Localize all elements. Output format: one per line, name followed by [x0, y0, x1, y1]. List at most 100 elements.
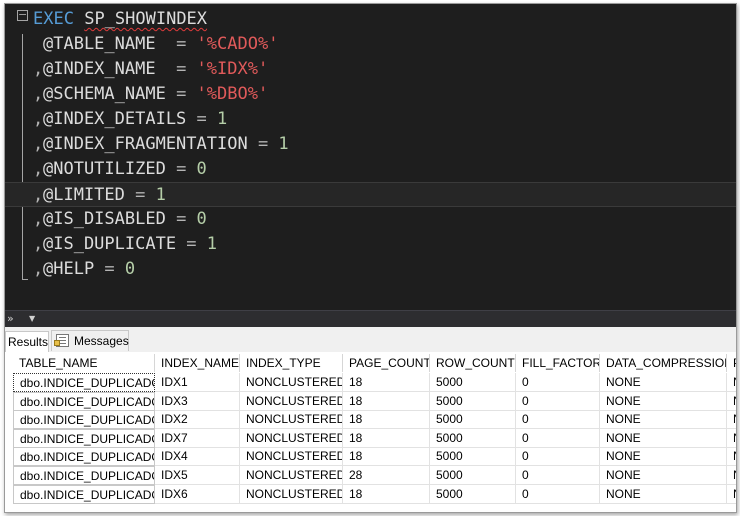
grid-cell[interactable]: 5000 — [430, 466, 516, 485]
grid-cell[interactable]: IDX3 — [155, 391, 240, 411]
grid-cell[interactable]: N — [727, 373, 736, 392]
table-row[interactable]: dbo.INDICE_DUPLICADO IDX2 NONCLUSTERED 18 50… — [5, 410, 736, 430]
grid-cell[interactable]: 0 — [516, 484, 600, 504]
code-line[interactable]: , @SCHEMA_NAME = '%DBO%' — [5, 82, 736, 107]
code-text: @INDEX_DETAILS = 1 — [43, 107, 227, 132]
grid-cell[interactable]: 18 — [343, 447, 430, 467]
grid-cell[interactable]: IDX4 — [155, 447, 240, 467]
grid-cell[interactable]: NONE — [600, 391, 727, 411]
grid-cell[interactable]: N — [727, 410, 736, 430]
column-header[interactable]: DATA_COMPRESSION — [600, 354, 727, 372]
grid-cell[interactable]: IDX2 — [155, 410, 240, 430]
table-row[interactable]: dbo.INDICE_DUPLICADO IDX4 NONCLUSTERED 18 50… — [5, 447, 736, 467]
grid-cell[interactable]: NONCLUSTERED — [240, 391, 343, 411]
grid-cell[interactable]: IDX5 — [155, 466, 240, 485]
code-line[interactable]: , @INDEX_NAME = '%IDX%' — [5, 57, 736, 82]
table-row[interactable]: dbo.INDICE_DUPLICADO IDX5 NONCLUSTERED 28 50… — [5, 466, 736, 485]
zoom-dropdown-icon[interactable]: ▼ — [29, 311, 35, 326]
grid-cell[interactable]: IDX6 — [155, 484, 240, 504]
grid-cell[interactable]: 5000 — [430, 391, 516, 411]
grid-cell[interactable]: 0 — [516, 466, 600, 485]
grid-cell[interactable]: NONCLUSTERED — [240, 428, 343, 448]
tab-messages[interactable]: Messages — [51, 330, 129, 351]
grid-cell[interactable]: NONE — [600, 428, 727, 448]
code-line[interactable]: , @INDEX_FRAGMENTATION = 1 — [5, 132, 736, 157]
grid-cell[interactable]: N — [727, 392, 736, 411]
code-line[interactable]: , @IS_DISABLED = 0 — [5, 207, 736, 232]
grid-cell[interactable]: 18 — [343, 410, 430, 430]
grid-cell[interactable]: 0 — [516, 410, 600, 430]
grid-cell[interactable]: NONE — [600, 447, 727, 467]
code-text: @TABLE_NAME = '%CADO%' — [43, 32, 278, 57]
grid-cell[interactable]: NONE — [600, 410, 727, 430]
grid-cell[interactable]: IDX7 — [155, 428, 240, 448]
grid-cell[interactable]: dbo.INDICE_DUPLICADO — [13, 447, 155, 467]
results-grid[interactable]: TABLE_NAME INDEX_NAME INDEX_TYPE PAGE_COUNT… — [5, 352, 736, 512]
grid-cell[interactable]: 0 — [516, 391, 600, 411]
grid-cell[interactable]: NONE — [600, 466, 727, 485]
column-header[interactable]: FILL_FACTOR — [516, 354, 600, 372]
grid-cell[interactable]: NONCLUSTERED — [240, 373, 343, 392]
grid-cell[interactable]: 18 — [343, 391, 430, 411]
grid-cell[interactable]: 5000 — [430, 447, 516, 467]
grid-cell[interactable]: N — [727, 429, 736, 448]
code-token: = — [155, 34, 197, 54]
grid-cell[interactable]: dbo.INDICE_DUPLICADO — [13, 428, 155, 448]
grid-cell[interactable]: N — [727, 466, 736, 485]
grid-cell[interactable]: N — [727, 447, 736, 467]
table-row[interactable]: dbo.INDICE_DUPLICADO IDX1 NONCLUSTERED 18 50… — [5, 373, 736, 392]
grid-cell[interactable]: dbo.INDICE_DUPLICADO — [13, 466, 155, 485]
table-row[interactable]: dbo.INDICE_DUPLICADO IDX3 NONCLUSTERED 18 50… — [5, 391, 736, 411]
code-token: '%IDX%' — [196, 59, 269, 79]
code-line[interactable]: , @IS_DUPLICATE = 1 — [5, 232, 736, 257]
tab-results-label: Results — [8, 335, 49, 349]
grid-cell[interactable]: IDX1 — [155, 373, 240, 392]
grid-cell[interactable]: 28 — [343, 466, 430, 485]
grid-cell[interactable]: 0 — [516, 373, 600, 392]
column-header[interactable]: INDEX_NAME — [155, 354, 240, 372]
grid-cell[interactable]: 18 — [343, 428, 430, 448]
grid-cell[interactable]: NONCLUSTERED — [240, 447, 343, 467]
grid-cell[interactable]: dbo.INDICE_DUPLICADO — [13, 410, 155, 430]
code-line[interactable]: , @INDEX_DETAILS = 1 — [5, 107, 736, 132]
code-line[interactable]: EXEC SP_SHOWINDEX — [5, 7, 736, 32]
grid-cell[interactable]: 18 — [343, 484, 430, 504]
code-line[interactable]: , @NOTUTILIZED = 0 — [5, 157, 736, 182]
tab-results[interactable]: Results — [5, 331, 49, 353]
table-row[interactable]: dbo.INDICE_DUPLICADO IDX6 NONCLUSTERED 18 50… — [5, 484, 736, 504]
code-line[interactable]: @TABLE_NAME = '%CADO%' — [5, 32, 736, 57]
column-header[interactable]: INDEX_TYPE — [240, 354, 343, 372]
grid-cell[interactable]: NONCLUSTERED — [240, 484, 343, 504]
code-line[interactable]: , @LIMITED = 1 — [5, 182, 736, 207]
grid-cell[interactable]: 5000 — [430, 373, 516, 392]
grid-cell[interactable]: 0 — [516, 447, 600, 467]
code-line[interactable]: , @HELP = 0 — [5, 257, 736, 282]
grid-cell[interactable]: 0 — [516, 428, 600, 448]
grid-cell[interactable]: dbo.INDICE_DUPLICADO — [13, 373, 155, 392]
grid-cell[interactable]: dbo.INDICE_DUPLICADO — [13, 391, 155, 411]
code-token: = — [124, 185, 156, 205]
grid-cell[interactable]: dbo.INDICE_DUPLICADO — [13, 484, 155, 504]
code-token: 1 — [206, 234, 218, 254]
grid-cell[interactable]: 5000 — [430, 410, 516, 430]
grid-cell[interactable]: N — [727, 485, 736, 504]
column-header[interactable]: P — [727, 354, 736, 372]
grid-cell[interactable]: NONCLUSTERED — [240, 410, 343, 430]
code-token: @SCHEMA_NAME — [43, 84, 166, 104]
grid-cell[interactable]: 18 — [343, 373, 430, 392]
column-header[interactable]: PAGE_COUNT — [343, 354, 430, 372]
column-header[interactable]: ROW_COUNT — [430, 354, 516, 372]
query-editor[interactable]: − EXEC SP_SHOWINDEX @TABLE_NAME = '%CADO%… — [5, 4, 736, 310]
grid-cell[interactable]: 5000 — [430, 428, 516, 448]
table-row[interactable]: dbo.INDICE_DUPLICADO IDX7 NONCLUSTERED 18 50… — [5, 428, 736, 448]
grid-cell[interactable]: 5000 — [430, 484, 516, 504]
grid-cell[interactable]: NONE — [600, 373, 727, 392]
code-comma: , — [33, 259, 44, 279]
code-text: @INDEX_FRAGMENTATION = 1 — [43, 132, 289, 157]
grid-cell[interactable]: NONE — [600, 484, 727, 504]
column-header[interactable]: TABLE_NAME — [13, 354, 155, 372]
code-text: @IS_DISABLED = 0 — [43, 207, 207, 232]
zoom-control[interactable]: » — [7, 311, 14, 326]
code-token: = — [186, 109, 218, 129]
grid-cell[interactable]: NONCLUSTERED — [240, 466, 343, 485]
